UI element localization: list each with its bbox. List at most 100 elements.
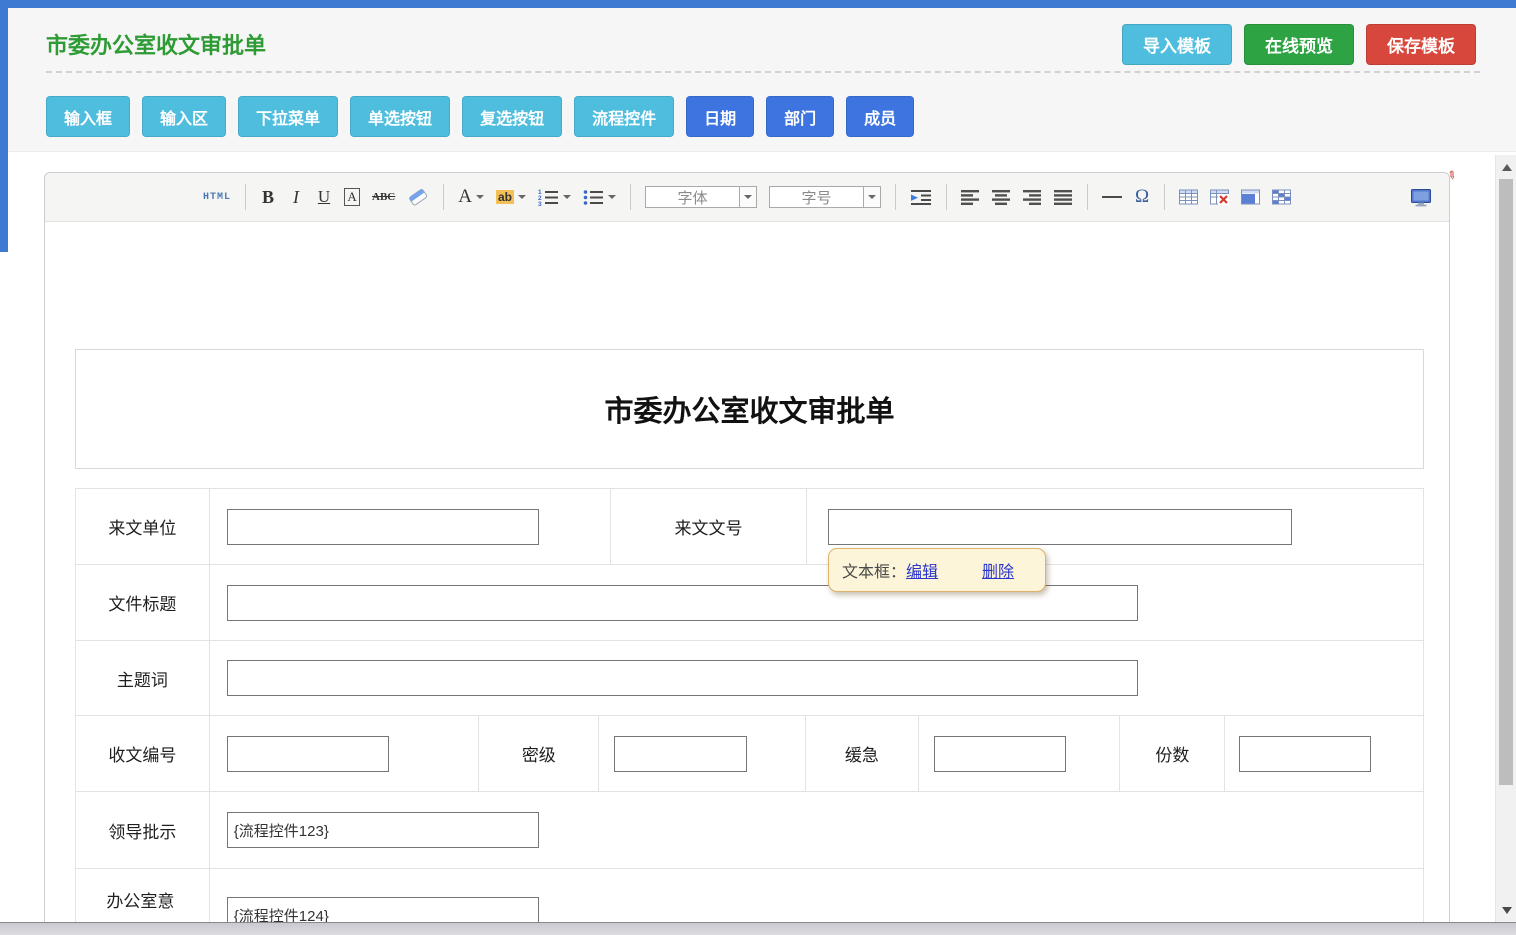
align-center-icon [992,189,1011,205]
save-template-button[interactable]: 保存模板 [1366,24,1476,65]
doc-title-label: 文件标题 [76,565,209,640]
eraser-icon [407,187,429,207]
font-color-button[interactable]: A [454,183,488,211]
align-center-button[interactable] [988,183,1015,211]
form-table: 来文单位 来文文号 文件标题 主题词 收文编号 密级 缓急 [75,488,1424,934]
align-left-button[interactable] [957,183,984,211]
table-row: 来文单位 来文文号 [76,489,1423,564]
fullscreen-button[interactable] [1407,183,1435,211]
table-prop-icon [1241,189,1260,205]
security-level-label: 密级 [478,716,598,791]
security-level-input[interactable] [614,736,747,772]
special-char-button[interactable]: Ω [1130,183,1154,211]
keywords-input[interactable] [227,660,1138,696]
browser-top-blue-bar [0,0,1516,8]
online-preview-button[interactable]: 在线预览 [1244,24,1354,65]
add-department-button[interactable]: 部门 [766,96,834,137]
source-code-button[interactable]: HTML [199,183,235,211]
align-right-button[interactable] [1019,183,1046,211]
leader-comments-input[interactable] [227,812,539,848]
scroll-down-button[interactable] [1496,902,1516,918]
add-radio-button[interactable]: 单选按钮 [350,96,450,137]
chevron-down-icon [863,187,880,207]
toolbar-separator [946,184,947,210]
monitor-icon [1410,188,1432,207]
receipt-number-input[interactable] [227,736,389,772]
indent-icon [910,189,932,205]
keywords-label: 主题词 [76,641,209,715]
component-toolbar: 输入框 输入区 下拉菜单 单选按钮 复选按钮 流程控件 日期 部门 成员 [46,96,914,137]
font-family-select[interactable]: 字体 [645,186,757,208]
underline-button[interactable]: U [312,183,336,211]
source-unit-label: 来文单位 [76,489,209,564]
add-date-button[interactable]: 日期 [686,96,754,137]
table-row: 收文编号 密级 缓急 份数 [76,715,1423,791]
arrow-up-icon [1502,164,1512,171]
vertical-scrollbar[interactable] [1495,155,1516,922]
align-justify-icon [1054,189,1073,205]
add-flow-control-button[interactable]: 流程控件 [574,96,674,137]
editor-toolbar: HTML B I U A ABC A ab✎ 123 [45,173,1449,222]
svg-text:3: 3 [538,201,542,206]
numbered-list-icon: 123 [538,188,559,206]
arrow-down-icon [1502,907,1512,914]
chevron-down-icon [476,195,484,199]
add-member-button[interactable]: 成员 [846,96,914,137]
table-properties-button[interactable] [1237,183,1264,211]
copies-input[interactable] [1239,736,1371,772]
unordered-list-button[interactable] [579,183,620,211]
bold-button[interactable]: B [256,183,280,211]
bottom-gray-bar [0,922,1516,935]
doc-number-input[interactable] [828,509,1292,545]
add-dropdown-button[interactable]: 下拉菜单 [238,96,338,137]
page-title: 市委办公室收文审批单 [46,28,266,60]
pencil-icon: ✎ [1444,168,1459,184]
strikethrough-button[interactable]: ABC [368,183,399,211]
scrollbar-thumb[interactable] [1499,179,1513,785]
leader-comments-label: 领导批示 [76,792,209,868]
tooltip-label: 文本框： [842,558,906,582]
align-justify-button[interactable] [1050,183,1077,211]
toolbar-separator [895,184,896,210]
font-size-select[interactable]: 字号 [769,186,881,208]
add-textarea-button[interactable]: 输入区 [142,96,226,137]
ordered-list-button[interactable]: 123 [534,183,575,211]
horizontal-line-icon [1102,196,1122,198]
import-template-button[interactable]: 导入模板 [1122,24,1232,65]
document-title: 市委办公室收文审批单 [604,388,894,430]
edit-link[interactable]: 编辑 [906,558,938,582]
toolbar-separator [1087,184,1088,210]
left-blue-strip [0,8,8,252]
align-left-icon [961,189,980,205]
blockquote-button[interactable]: A [340,183,364,211]
horizontal-rule-button[interactable] [1098,183,1126,211]
urgency-input[interactable] [934,736,1066,772]
indent-button[interactable] [906,183,936,211]
scroll-up-button[interactable] [1496,159,1516,175]
page: { "header": { "page_title": "市委办公室收文审批单"… [0,0,1516,935]
header-actions: 导入模板 在线预览 保存模板 [1122,24,1476,65]
doc-number-label: 来文文号 [610,489,806,564]
cell-properties-button[interactable] [1268,183,1295,211]
insert-table-button[interactable] [1175,183,1202,211]
textbox-context-tooltip: 文本框： 编辑 删除 [828,548,1046,592]
add-checkbox-button[interactable]: 复选按钮 [462,96,562,137]
italic-button[interactable]: I [284,183,308,211]
header-panel: 市委办公室收文审批单 导入模板 在线预览 保存模板 输入框 输入区 下拉菜单 单… [8,8,1516,152]
highlight-color-button[interactable]: ab✎ [492,183,530,211]
editor-content[interactable]: 市委办公室收文审批单 来文单位 来文文号 文件标题 主题词 收文编号 [45,222,1449,934]
dashed-divider [46,71,1480,73]
table-delete-icon [1210,189,1229,205]
delete-link[interactable]: 删除 [982,558,1014,582]
urgency-label: 缓急 [805,716,918,791]
receipt-number-label: 收文编号 [76,716,209,791]
rich-text-editor: HTML B I U A ABC A ab✎ 123 [44,172,1450,935]
delete-table-button[interactable] [1206,183,1233,211]
table-row: 文件标题 [76,564,1423,640]
source-unit-input[interactable] [227,509,539,545]
toolbar-separator [443,184,444,210]
bullet-list-icon [583,188,604,206]
add-input-box-button[interactable]: 输入框 [46,96,130,137]
toolbar-separator [245,184,246,210]
remove-format-icon[interactable] [403,183,433,211]
